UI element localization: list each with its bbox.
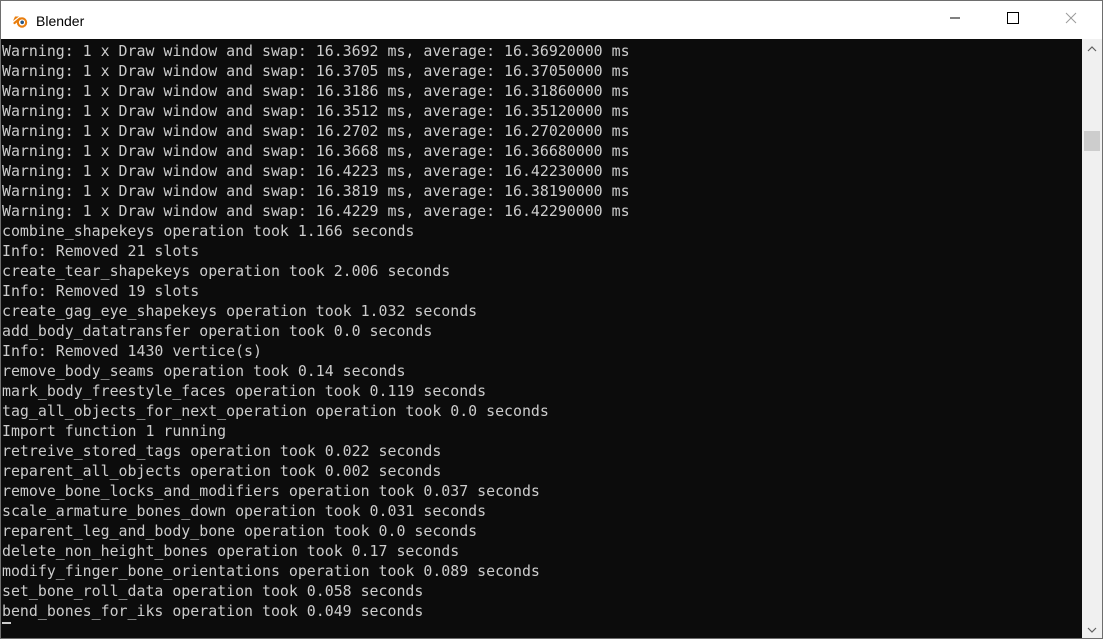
console-line: bend_bones_for_iks operation took 0.049 … bbox=[2, 602, 424, 620]
scroll-up-button[interactable] bbox=[1082, 39, 1102, 57]
console-line: Warning: 1 x Draw window and swap: 16.36… bbox=[2, 142, 630, 160]
console-lines: Warning: 1 x Draw window and swap: 16.36… bbox=[2, 41, 630, 621]
console-line: Warning: 1 x Draw window and swap: 16.37… bbox=[2, 62, 630, 80]
chevron-up-icon bbox=[1087, 39, 1097, 57]
blender-icon bbox=[11, 12, 29, 30]
console-output[interactable]: Warning: 1 x Draw window and swap: 16.36… bbox=[1, 39, 1082, 638]
title-bar[interactable]: Blender bbox=[1, 1, 1102, 39]
console-line: Info: Removed 19 slots bbox=[2, 282, 200, 300]
console-line: mark_body_freestyle_faces operation took… bbox=[2, 382, 487, 400]
console-line: Warning: 1 x Draw window and swap: 16.42… bbox=[2, 202, 630, 220]
console-line: reparent_all_objects operation took 0.00… bbox=[2, 462, 442, 480]
console-line: Import function 1 running bbox=[2, 422, 227, 440]
scroll-down-button[interactable] bbox=[1082, 620, 1102, 638]
maximize-icon bbox=[1007, 11, 1019, 29]
console-line: tag_all_objects_for_next_operation opera… bbox=[2, 402, 549, 420]
maximize-button[interactable] bbox=[984, 1, 1042, 39]
console-line: create_tear_shapekeys operation took 2.0… bbox=[2, 262, 451, 280]
console-line: Warning: 1 x Draw window and swap: 16.27… bbox=[2, 122, 630, 140]
console-line: Warning: 1 x Draw window and swap: 16.36… bbox=[2, 42, 630, 60]
console-line: reparent_leg_and_body_bone operation too… bbox=[2, 522, 478, 540]
text-cursor bbox=[2, 622, 11, 624]
console-line: create_gag_eye_shapekeys operation took … bbox=[2, 302, 478, 320]
console-line: Warning: 1 x Draw window and swap: 16.42… bbox=[2, 162, 630, 180]
console-line: modify_finger_bone_orientations operatio… bbox=[2, 562, 540, 580]
console-line: set_bone_roll_data operation took 0.058 … bbox=[2, 582, 424, 600]
console-line: Info: Removed 1430 vertice(s) bbox=[2, 342, 262, 360]
console-line: combine_shapekeys operation took 1.166 s… bbox=[2, 222, 415, 240]
console-line: Warning: 1 x Draw window and swap: 16.38… bbox=[2, 182, 630, 200]
console-line: delete_non_height_bones operation took 0… bbox=[2, 542, 460, 560]
minimize-button[interactable] bbox=[926, 1, 984, 39]
close-icon bbox=[1065, 11, 1077, 29]
console-window: Blender Warning: 1 x Draw window and swa… bbox=[0, 0, 1103, 639]
console-line: remove_body_seams operation took 0.14 se… bbox=[2, 362, 406, 380]
console-line: remove_bone_locks_and_modifiers operatio… bbox=[2, 482, 540, 500]
minimize-icon bbox=[949, 11, 961, 29]
vertical-scrollbar[interactable] bbox=[1082, 39, 1102, 638]
close-button[interactable] bbox=[1042, 1, 1100, 39]
console-line: Info: Removed 21 slots bbox=[2, 242, 200, 260]
console-line: Warning: 1 x Draw window and swap: 16.35… bbox=[2, 102, 630, 120]
console-line: Warning: 1 x Draw window and swap: 16.31… bbox=[2, 82, 630, 100]
window-title: Blender bbox=[36, 13, 85, 29]
console-line: add_body_datatransfer operation took 0.0… bbox=[2, 322, 433, 340]
chevron-down-icon bbox=[1087, 620, 1097, 638]
scroll-thumb[interactable] bbox=[1084, 131, 1100, 151]
console-line: retreive_stored_tags operation took 0.02… bbox=[2, 442, 442, 460]
console-line: scale_armature_bones_down operation took… bbox=[2, 502, 487, 520]
